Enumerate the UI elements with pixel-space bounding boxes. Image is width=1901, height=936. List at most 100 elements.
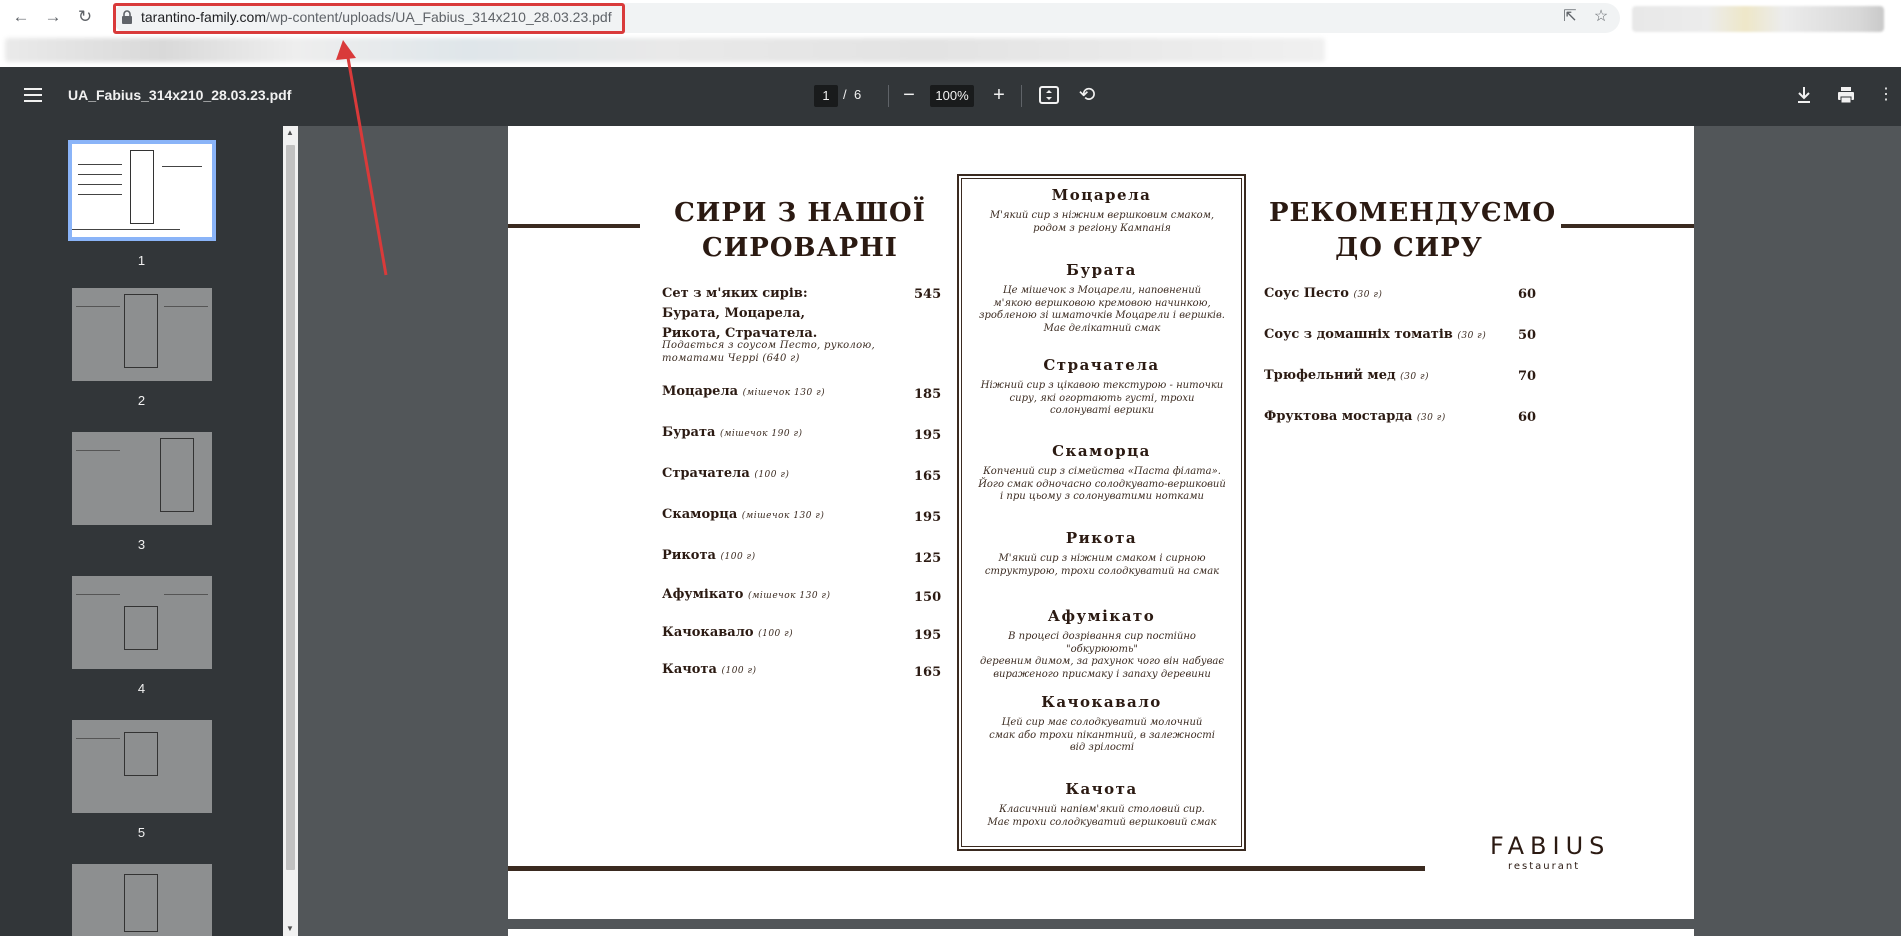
cheese-description-text: Це мішечок з Моцарели, наповнений м'якою … [971,285,1233,335]
set-description: Подається з соусом Песто, руколою, томат… [662,339,875,365]
fit-page-icon[interactable] [1039,86,1059,104]
left-section-title: СИРИ З НАШОЇ СИРОВАРНІ [658,196,942,266]
cheese-name: Качота [662,662,717,677]
set-price: 545 [914,287,942,302]
cheese-description-heading: Моцарела [1051,186,1152,204]
zoom-level-input[interactable]: 100% [930,85,974,107]
fabius-logo-subtitle: restaurant [1508,861,1581,872]
scroll-down-arrow-icon[interactable]: ▼ [286,924,294,933]
sauce-price: 60 [1518,287,1537,302]
cheese-weight: (100 г) [720,552,756,562]
sauce-weight: (30 г) [1457,331,1487,341]
cheese-name: Скаморца [662,507,738,522]
title-line: СИРИ З НАШОЇ [674,198,926,228]
page-number-input[interactable]: 1 [814,85,838,107]
description-line: солонуваті вершки [1049,405,1155,416]
cheese-name: Страчатела [662,466,750,481]
page-thumbnail[interactable] [72,864,212,936]
sauce-weight: (30 г) [1353,290,1383,300]
sauce-price: 60 [1518,410,1537,425]
pdf-file-title: UA_Fabius_314x210_28.03.23.pdf [68,87,292,103]
set-line: Бурата, Моцарела, [662,306,806,321]
decorative-rule [508,866,1425,871]
set-desc-line: Подається з соусом Песто, руколою, [662,340,875,351]
description-line: і при цьому з солонуватими нотками [1000,491,1204,502]
right-section-title: РЕКОМЕНДУЄМО ДО СИРУ [1269,196,1557,266]
sauce-name: Трюфельний мед [1264,368,1396,383]
page-thumbnail[interactable] [72,576,212,669]
thumbnail-number: 4 [137,681,146,696]
toolbar-divider [1021,85,1022,107]
cheese-price: 195 [914,628,942,643]
back-arrow-icon[interactable]: ← [9,5,33,29]
reload-icon[interactable]: ↻ [73,5,97,29]
description-line: смак або трохи пікантний, в залежності [989,729,1215,741]
scroll-up-arrow-icon[interactable]: ▲ [286,128,294,137]
sauce-name: Соус з домашніх томатів [1264,327,1453,342]
zoom-out-icon[interactable]: − [897,83,921,107]
cheese-description-heading: Страчатела [1043,356,1160,374]
share-icon[interactable]: ⇱ [1560,7,1580,27]
sauce-weight: (30 г) [1400,372,1430,382]
cheese-weight: (100 г) [721,666,757,676]
download-icon[interactable] [1795,85,1813,105]
more-options-icon[interactable]: ⋮ [1874,83,1898,107]
cheese-price: 195 [914,428,942,443]
page-thumbnail[interactable] [72,720,212,813]
description-line: зробленою зі шматочків Моцарели і вершкі… [979,310,1225,321]
sauce-item-name: Соус з домашніх томатів (30 г) [1264,327,1486,342]
description-line: м'якою вершковою кремовою начинкою, [993,297,1211,309]
extensions-profile-area[interactable] [1632,6,1884,32]
description-line: Має трохи солодкуватий вершковий смак [987,816,1217,828]
thumbnail-number: 2 [137,393,146,408]
cheese-description-text: Класичний напівм'який столовий сир. Має т… [971,804,1233,829]
zoom-in-icon[interactable]: + [987,83,1011,107]
rotate-icon[interactable]: ⟲ [1075,83,1099,107]
forward-arrow-icon[interactable]: → [41,5,65,29]
sauce-item-name: Соус Песто (30 г) [1264,286,1382,301]
url-highlight-box [113,3,625,34]
sauce-item-name: Трюфельний мед (30 г) [1264,368,1429,383]
cheese-description-text: М'який сир з ніжним вершковим смаком, род… [971,210,1233,235]
description-line: В процесі дозрівання сир постійно "обкур… [1008,631,1196,655]
cheese-description-text: Ніжний сир з цікавою текстурою - ниточки… [971,380,1233,418]
thumbnail-sidebar: 1 2 3 4 5 [0,126,283,936]
cheese-description-heading: Качота [1065,780,1138,798]
fabius-logo: FABIUS [1490,832,1611,860]
cheese-description-heading: Качокавало [1041,693,1162,711]
description-line: від зрілості [1069,742,1135,753]
description-line: Має делікатний смак [1043,322,1161,334]
cheese-name: Качокавало [662,625,754,640]
sidebar-scrollbar-thumb[interactable] [286,145,295,870]
set-desc-line: томатами Черрі (640 г) [662,353,800,364]
set-line: Сет з м'яких сирів: [662,286,808,301]
description-line: структурою, трохи солодкуватий на смак [984,565,1220,577]
cheese-item-name: Качота (100 г) [662,662,757,677]
page-thumbnail[interactable] [72,288,212,381]
cheese-name: Моцарела [662,384,739,399]
cheese-item-name: Качокавало (100 г) [662,625,793,640]
toolbar-divider [888,85,889,107]
page-thumbnail[interactable] [68,140,216,241]
cheese-description-text: Копчений сир з сімейства «Паста філата».… [971,466,1233,504]
title-line: СИРОВАРНІ [702,233,898,263]
cheese-price: 185 [914,387,942,402]
cheese-weight: (мішечок 130 г) [742,388,826,398]
cheese-weight: (мішечок 190 г) [719,429,803,439]
sauce-price: 50 [1518,328,1537,343]
bookmark-star-icon[interactable]: ☆ [1591,7,1611,27]
browser-chrome: ← → ↻ tarantino-family.com/wp-content/up… [0,0,1901,67]
hamburger-menu-icon[interactable] [24,88,42,102]
thumbnail-number: 5 [137,825,146,840]
print-icon[interactable] [1836,85,1856,105]
bookmarks-bar[interactable] [5,38,1325,62]
description-line: Це мішечок з Моцарели, наповнений [1002,285,1202,296]
cheese-description-text: В процесі дозрівання сир постійно "обкур… [971,631,1233,681]
decorative-rule [1561,224,1694,228]
page-thumbnail[interactable] [72,432,212,525]
title-line: РЕКОМЕНДУЄМО [1269,198,1557,228]
description-line: сиру, які огортають густі, трохи [1009,392,1195,404]
cheese-description-heading: Скаморца [1052,442,1151,460]
page-separator: / [843,87,847,102]
cheese-name: Рикота [662,548,716,563]
